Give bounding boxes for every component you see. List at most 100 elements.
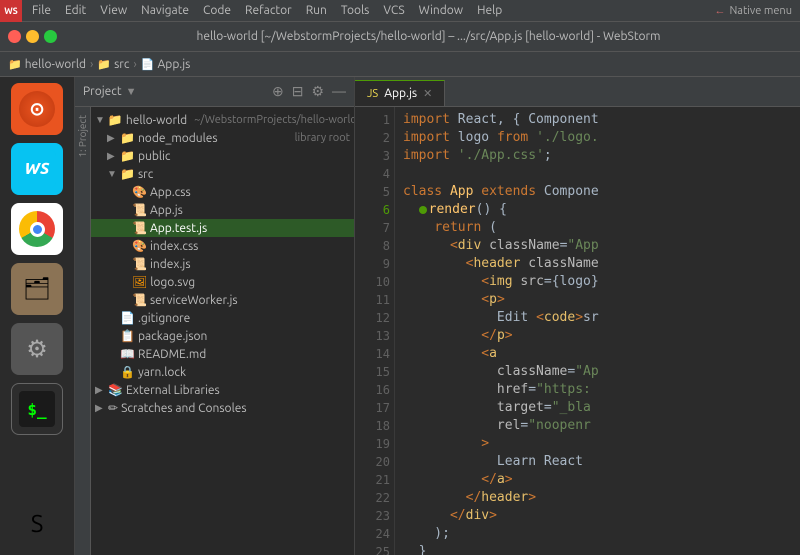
maximize-button[interactable] (44, 30, 57, 43)
js-file-icon: 📜 (132, 293, 147, 307)
line-num-25: 25 (359, 543, 390, 555)
breadcrumb-hello-world[interactable]: 📁 hello-world (8, 58, 86, 71)
tree-external-libraries[interactable]: ▶ 📚 External Libraries (91, 381, 354, 399)
sidebar-close-icon[interactable]: — (332, 83, 346, 100)
project-dropdown-arrow[interactable]: ▼ (126, 86, 137, 98)
code-line-13: </p> (403, 327, 792, 345)
tab-app-js[interactable]: JS App.js ✕ (355, 80, 445, 106)
code-line-24: ); (403, 525, 792, 543)
line-num-18: 18 (359, 417, 390, 435)
main-layout: ⊙ WS 🗂 ⚙ $_ S Project ▼ (0, 77, 800, 555)
native-menu-text: Native menu (729, 5, 792, 17)
sidebar-header-icons: ⊕ ⊟ ⚙ — (272, 83, 346, 100)
css-file-icon: 🎨 (132, 185, 147, 199)
chrome-icon (19, 211, 55, 247)
code-line-10: <img src={logo} (403, 273, 792, 291)
line-num-2: 2 (359, 129, 390, 147)
tree-app-css[interactable]: 🎨 App.css (91, 183, 354, 201)
menu-refactor[interactable]: Refactor (239, 2, 298, 19)
tree-package-json[interactable]: 📋 package.json (91, 327, 354, 345)
menu-view[interactable]: View (94, 2, 133, 19)
folder-icon: 📁 (120, 167, 135, 181)
folder-icon: 📁 (120, 131, 135, 145)
menu-run[interactable]: Run (300, 2, 333, 19)
tree-scratches[interactable]: ▶ ✏ Scratches and Consoles (91, 399, 354, 417)
slack-icon: S (19, 505, 55, 541)
tree-logo-svg[interactable]: 🖼 logo.svg (91, 273, 354, 291)
activity-settings[interactable]: ⚙ (11, 323, 63, 375)
minimize-button[interactable] (26, 30, 39, 43)
activity-chrome[interactable] (11, 203, 63, 255)
menu-edit[interactable]: Edit (59, 2, 92, 19)
chrome-inner (30, 222, 45, 237)
sidebar-locate-icon[interactable]: ⊕ (272, 83, 284, 100)
scratches-icon: ✏ (108, 401, 118, 415)
menu-vcs[interactable]: VCS (377, 2, 410, 19)
line-num-13: 13 (359, 327, 390, 345)
tree-public[interactable]: ▶ 📁 public (91, 147, 354, 165)
code-line-17: target="_bla (403, 399, 792, 417)
code-line-12: Edit <code>sr (403, 309, 792, 327)
line-num-10: 10 (359, 273, 390, 291)
tab-js-icon: JS (367, 88, 378, 100)
editor-content[interactable]: 1 2 3 4 5 6 7 8 9 10 11 12 13 14 15 16 1… (355, 107, 800, 555)
app-logo: WS (0, 0, 22, 22)
line-num-20: 20 (359, 453, 390, 471)
code-line-21: </a> (403, 471, 792, 489)
activity-terminal[interactable]: $_ (11, 383, 63, 435)
project-label: Project (83, 85, 122, 98)
tree-readme[interactable]: 📖 README.md (91, 345, 354, 363)
menu-window[interactable]: Window (413, 2, 469, 19)
activity-bar: ⊙ WS 🗂 ⚙ $_ S (0, 77, 75, 555)
activity-slack[interactable]: S (11, 497, 63, 549)
terminal-icon: $_ (19, 391, 55, 427)
tree-yarn-lock[interactable]: 🔒 yarn.lock (91, 363, 354, 381)
ubuntu-icon: ⊙ (19, 91, 55, 127)
breadcrumb-src[interactable]: 📁 src (97, 58, 129, 71)
code-line-1: import React, { Component (403, 111, 792, 129)
activity-ubuntu[interactable]: ⊙ (11, 83, 63, 135)
tree-hello-world[interactable]: ▼ 📁 hello-world ~/WebstormProjects/hello… (91, 111, 354, 129)
tab-close-button[interactable]: ✕ (423, 87, 432, 100)
lock-file-icon: 🔒 (120, 365, 135, 379)
line-num-23: 23 (359, 507, 390, 525)
sidebar-settings-icon[interactable]: ⚙ (311, 83, 324, 100)
menu-items: File Edit View Navigate Code Refactor Ru… (22, 2, 512, 19)
sidebar-wrapper: 1: Project ▼ 📁 hello-world ~/WebstormPro… (75, 107, 354, 555)
tree-node-modules[interactable]: ▶ 📁 node_modules library root (91, 129, 354, 147)
folder-icon: 📁 (120, 149, 135, 163)
code-line-19: > (403, 435, 792, 453)
tree-index-css[interactable]: 🎨 index.css (91, 237, 354, 255)
tree-gitignore[interactable]: 📄 .gitignore (91, 309, 354, 327)
line-num-12: 12 (359, 309, 390, 327)
tree-index-js[interactable]: 📜 index.js (91, 255, 354, 273)
close-button[interactable] (8, 30, 21, 43)
menu-bar: WS File Edit View Navigate Code Refactor… (0, 0, 800, 22)
code-line-8: <div className="App (403, 237, 792, 255)
code-line-15: className="Ap (403, 363, 792, 381)
menu-tools[interactable]: Tools (335, 2, 376, 19)
activity-files[interactable]: 🗂 (11, 263, 63, 315)
folder-icon: 📁 (8, 58, 22, 71)
tree-app-test-js[interactable]: 📜 App.test.js (91, 219, 354, 237)
code-line-20: Learn React (403, 453, 792, 471)
sidebar-collapse-icon[interactable]: ⊟ (292, 83, 304, 100)
code-line-4 (403, 165, 792, 183)
tree-src[interactable]: ▼ 📁 src (91, 165, 354, 183)
menu-navigate[interactable]: Navigate (135, 2, 195, 19)
line-num-21: 21 (359, 471, 390, 489)
native-menu-label: ← Native menu (714, 5, 792, 17)
webstorm-icon: WS (18, 150, 56, 188)
line-num-8: 8 (359, 237, 390, 255)
code-line-14: <a (403, 345, 792, 363)
menu-help[interactable]: Help (471, 2, 508, 19)
menu-file[interactable]: File (26, 2, 57, 19)
tree-app-js[interactable]: 📜 App.js (91, 201, 354, 219)
line-num-11: 11 (359, 291, 390, 309)
code-editor[interactable]: import React, { Component import logo fr… (395, 107, 800, 555)
breadcrumb-appjs[interactable]: 📄 App.js (141, 58, 191, 71)
activity-webstorm[interactable]: WS (11, 143, 63, 195)
vertical-label[interactable]: 1: Project (75, 107, 91, 555)
tree-service-worker[interactable]: 📜 serviceWorker.js (91, 291, 354, 309)
menu-code[interactable]: Code (197, 2, 237, 19)
